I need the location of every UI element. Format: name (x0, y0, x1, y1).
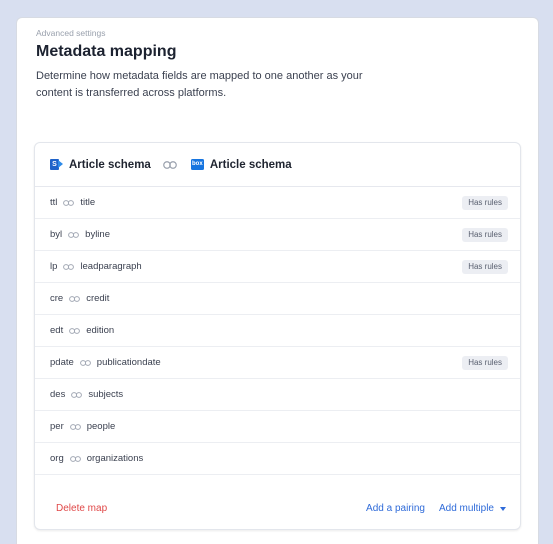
target-schema: box Article schema (190, 158, 292, 171)
source-field: byl (50, 229, 63, 240)
link-icon (63, 199, 75, 206)
mapping-row[interactable]: des subjects (35, 379, 520, 411)
add-multiple-label: Add multiple (438, 503, 494, 514)
page-description: Determine how metadata fields are mapped… (36, 70, 363, 99)
source-field: lp (50, 261, 58, 272)
settings-panel: Advanced settings Metadata mapping Deter… (16, 17, 539, 544)
source-field: cre (50, 293, 64, 304)
source-field: ttl (50, 197, 58, 208)
link-icon (162, 160, 177, 169)
mapping-row[interactable]: org organizations (35, 443, 520, 475)
footer-actions: Add a pairing Add multiple (366, 503, 506, 514)
target-field: byline (85, 229, 110, 240)
mapping-row[interactable]: pdate publicationdate Has rules (35, 347, 520, 379)
link-icon (69, 295, 81, 302)
has-rules-badge: Has rules (462, 260, 508, 274)
add-pairing-button[interactable]: Add a pairing (366, 503, 425, 514)
mapping-card: S Article schema box Article schema ttl (34, 142, 521, 530)
schema-header: S Article schema box Article schema (35, 143, 520, 187)
delete-map-button[interactable]: Delete map (56, 503, 107, 514)
source-schema: S Article schema (50, 159, 151, 171)
source-field: per (50, 421, 64, 432)
target-field: edition (86, 325, 115, 336)
source-field: pdate (50, 357, 74, 368)
mapping-row[interactable]: cre credit (35, 283, 520, 315)
target-field: credit (86, 293, 110, 304)
source-field: des (50, 389, 66, 400)
target-field: people (86, 421, 116, 432)
card-footer: Delete map Add a pairing Add multiple (35, 488, 520, 529)
sharepoint-logo-icon: S (50, 159, 63, 170)
link-icon (69, 423, 81, 430)
link-icon (71, 391, 83, 398)
chevron-down-icon (500, 506, 506, 511)
mapping-row[interactable]: ttl title Has rules (35, 187, 520, 219)
mapping-row[interactable]: byl byline Has rules (35, 219, 520, 251)
target-field: subjects (88, 389, 124, 400)
mapping-list: ttl title Has rules byl byline Has rules… (35, 187, 520, 475)
target-field: leadparagraph (80, 261, 142, 272)
add-multiple-dropdown[interactable]: Add multiple (439, 503, 506, 514)
mapping-row[interactable]: edt edition (35, 315, 520, 347)
box-logo-icon: box (190, 159, 204, 170)
mapping-row[interactable]: per people (35, 411, 520, 443)
mapping-row[interactable]: lp leadparagraph Has rules (35, 251, 520, 283)
page-title: Metadata mapping (36, 43, 177, 60)
link-icon (79, 359, 91, 366)
link-icon (69, 327, 81, 334)
link-icon (69, 455, 81, 462)
link-icon (68, 231, 80, 238)
has-rules-badge: Has rules (462, 356, 508, 370)
target-field: organizations (86, 453, 144, 464)
target-field: title (80, 197, 96, 208)
source-field: org (50, 453, 64, 464)
has-rules-badge: Has rules (462, 196, 508, 210)
source-schema-label: Article schema (69, 158, 151, 171)
link-icon (63, 263, 75, 270)
target-schema-label: Article schema (209, 158, 292, 171)
has-rules-badge: Has rules (462, 228, 508, 242)
section-eyebrow: Advanced settings (36, 28, 106, 38)
source-field: edt (50, 325, 64, 336)
target-field: publicationdate (96, 357, 161, 368)
